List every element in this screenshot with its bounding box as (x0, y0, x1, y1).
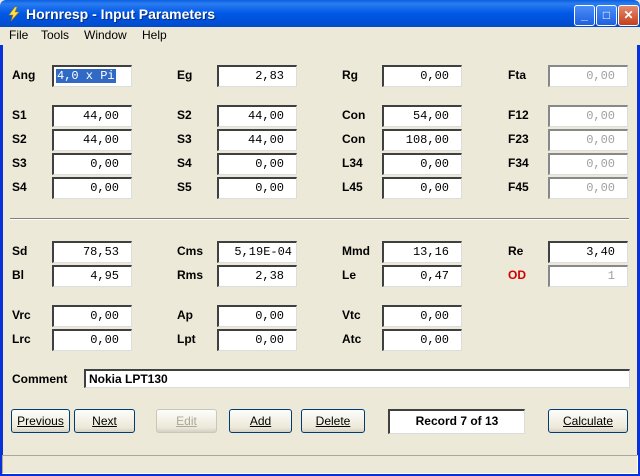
label-cms: Cms (177, 244, 204, 258)
edit-button: Edit (156, 409, 217, 433)
field-ang-selected-text: 4,0 x Pi (56, 69, 116, 83)
field-rms[interactable]: 2,38 (217, 265, 297, 287)
window-title: Hornresp - Input Parameters (26, 6, 216, 22)
label-f45: F45 (508, 180, 529, 194)
field-sd[interactable]: 78,53 (52, 241, 132, 263)
field-re[interactable]: 3,40 (548, 241, 628, 263)
label-s3: S3 (177, 132, 192, 146)
label-f34: F34 (508, 156, 529, 170)
edit-button-label: Edit (176, 414, 197, 428)
label-s4-second: S4 (12, 180, 27, 194)
label-od[interactable]: OD (508, 268, 526, 282)
menu-bar: File Tools Window Help (0, 27, 640, 45)
label-s2-second: S2 (12, 132, 27, 146)
field-s4[interactable]: 0,00 (217, 153, 297, 175)
label-l34: L34 (342, 156, 363, 170)
field-f23: 0,00 (548, 129, 628, 151)
label-s1: S1 (12, 108, 27, 122)
label-vrc: Vrc (12, 308, 31, 322)
field-s3-second[interactable]: 0,00 (52, 153, 132, 175)
window-frame-left (0, 30, 3, 476)
label-ap: Ap (177, 308, 193, 322)
field-s3[interactable]: 44,00 (217, 129, 297, 151)
field-rg[interactable]: 0,00 (382, 65, 462, 87)
field-lpt[interactable]: 0,00 (217, 329, 297, 351)
label-atc: Atc (342, 332, 362, 346)
field-s5[interactable]: 0,00 (217, 177, 297, 199)
field-f12: 0,00 (548, 105, 628, 127)
field-s4-second[interactable]: 0,00 (52, 177, 132, 199)
label-ang: Ang (12, 68, 36, 82)
close-button[interactable]: ✕ (618, 5, 639, 26)
field-s2-second[interactable]: 44,00 (52, 129, 132, 151)
previous-button[interactable]: Previous (11, 409, 70, 433)
field-f34: 0,00 (548, 153, 628, 175)
field-l34[interactable]: 0,00 (382, 153, 462, 175)
label-s3-second: S3 (12, 156, 27, 170)
delete-button-label: Delete (315, 414, 351, 428)
label-fta: Fta (508, 68, 526, 82)
field-fta: 0,00 (548, 65, 628, 87)
field-vtc[interactable]: 0,00 (382, 305, 462, 327)
menu-help[interactable]: Help (142, 28, 167, 42)
field-s1[interactable]: 44,00 (52, 105, 132, 127)
label-s5: S5 (177, 180, 192, 194)
field-s2[interactable]: 44,00 (217, 105, 297, 127)
label-bl: Bl (12, 268, 24, 282)
field-ang[interactable]: 4,0 x Pi (52, 65, 132, 87)
field-l45[interactable]: 0,00 (382, 177, 462, 199)
label-comment: Comment (12, 372, 68, 386)
menu-file[interactable]: File (9, 28, 28, 42)
menu-tools[interactable]: Tools (41, 28, 69, 42)
menu-window[interactable]: Window (84, 28, 127, 42)
field-ap[interactable]: 0,00 (217, 305, 297, 327)
label-le: Le (342, 268, 357, 282)
calculate-button[interactable]: Calculate (548, 409, 628, 433)
calculate-button-label: Calculate (562, 414, 614, 428)
field-vrc[interactable]: 0,00 (52, 305, 132, 327)
label-f23: F23 (508, 132, 529, 146)
field-le[interactable]: 0,47 (382, 265, 462, 287)
label-l45: L45 (342, 180, 363, 194)
field-atc[interactable]: 0,00 (382, 329, 462, 351)
label-f12: F12 (508, 108, 529, 122)
label-s2: S2 (177, 108, 192, 122)
field-eg[interactable]: 2,83 (217, 65, 297, 87)
app-lightning-icon (8, 6, 20, 22)
next-button[interactable]: Next (74, 409, 135, 433)
field-bl[interactable]: 4,95 (52, 265, 132, 287)
label-rg: Rg (342, 68, 358, 82)
label-mmd: Mmd (342, 244, 370, 258)
field-f45: 0,00 (548, 177, 628, 199)
minimize-button[interactable]: _ (574, 5, 595, 26)
field-mmd[interactable]: 13,16 (382, 241, 462, 263)
section-divider (10, 218, 629, 220)
field-con1[interactable]: 54,00 (382, 105, 462, 127)
label-lpt: Lpt (177, 332, 196, 346)
delete-button[interactable]: Delete (301, 409, 365, 433)
label-re: Re (508, 244, 524, 258)
next-button-label: Next (92, 414, 117, 428)
label-sd: Sd (12, 244, 28, 258)
field-od: 1 (548, 265, 628, 287)
title-bar[interactable]: Hornresp - Input Parameters _ □ ✕ (0, 0, 640, 30)
label-vtc: Vtc (342, 308, 361, 322)
label-eg: Eg (177, 68, 193, 82)
status-bar (2, 455, 638, 474)
field-con2[interactable]: 108,00 (382, 129, 462, 151)
label-con1: Con (342, 108, 366, 122)
label-lrc: Lrc (12, 332, 31, 346)
add-button[interactable]: Add (229, 409, 292, 433)
add-button-label: Add (249, 414, 272, 428)
maximize-button[interactable]: □ (596, 5, 617, 26)
field-lrc[interactable]: 0,00 (52, 329, 132, 351)
comment-input[interactable]: Nokia LPT130 (84, 369, 630, 388)
field-cms[interactable]: 5,19E-04 (217, 241, 297, 263)
record-counter: Record 7 of 13 (388, 409, 525, 434)
label-con2: Con (342, 132, 366, 146)
label-s4: S4 (177, 156, 192, 170)
label-rms: Rms (177, 268, 204, 282)
previous-button-label: Previous (17, 414, 64, 428)
